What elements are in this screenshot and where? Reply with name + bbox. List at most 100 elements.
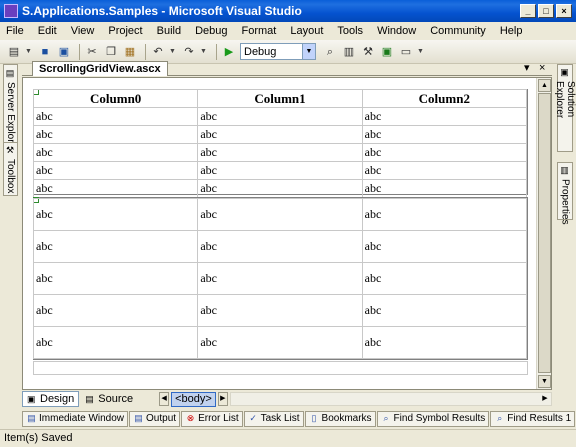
- design-icon: ▣: [27, 394, 36, 404]
- status-text: Item(s) Saved: [4, 432, 73, 444]
- new-project-icon[interactable]: ▤: [6, 44, 22, 60]
- toolbox-icon[interactable]: ⚒: [360, 44, 376, 60]
- header-gridview[interactable]: Column0 Column1 Column2 abc abc abc abc …: [32, 89, 528, 198]
- right-dock: ▣ Solution Explorer ▥ Properties: [554, 64, 576, 407]
- chevron-down-icon[interactable]: ▼: [169, 48, 177, 55]
- save-all-icon[interactable]: ▣: [56, 44, 72, 60]
- toolbox-tab[interactable]: ⚒ Toolbox: [3, 142, 18, 196]
- design-view-button[interactable]: ▣ Design: [22, 391, 80, 407]
- scroll-right-icon[interactable]: ▶: [539, 393, 551, 405]
- column-header: Column1: [197, 89, 363, 108]
- redo-icon[interactable]: ↷: [181, 44, 197, 60]
- tab-label: Error List: [198, 413, 239, 424]
- solution-configuration-dropdown[interactable]: Debug ▼: [240, 43, 316, 60]
- tab-find-symbol-results[interactable]: ⌕ Find Symbol Results: [376, 410, 490, 427]
- source-view-button[interactable]: ▤ Source: [81, 391, 137, 407]
- chevron-down-icon[interactable]: ▼: [302, 44, 315, 59]
- menu-help[interactable]: Help: [500, 25, 523, 37]
- start-debug-icon[interactable]: ▶: [221, 44, 237, 60]
- scroll-down-icon[interactable]: ▼: [538, 375, 551, 388]
- table-cell: abc: [32, 326, 199, 359]
- save-icon[interactable]: ■: [37, 44, 53, 60]
- class-view-icon[interactable]: ▭: [398, 44, 414, 60]
- immediate-window-icon: ▤: [27, 413, 36, 423]
- table-row: abc abc abc: [32, 161, 528, 180]
- table-row: abc abc abc: [32, 125, 528, 144]
- close-button[interactable]: ×: [556, 4, 572, 18]
- menu-debug[interactable]: Debug: [195, 25, 227, 37]
- table-cell: abc: [32, 262, 199, 295]
- table-cell: abc: [32, 143, 199, 162]
- menu-tools[interactable]: Tools: [337, 25, 363, 37]
- status-bar: Item(s) Saved: [0, 429, 576, 447]
- table-cell: abc: [32, 198, 199, 231]
- menu-file[interactable]: File: [6, 25, 24, 37]
- tag-breadcrumb[interactable]: <body>: [171, 391, 216, 407]
- menu-window[interactable]: Window: [377, 25, 416, 37]
- vertical-scrollbar[interactable]: ▲ ▼: [536, 78, 551, 389]
- close-document-button[interactable]: ×: [539, 61, 545, 75]
- table-cell: abc: [32, 179, 199, 198]
- menu-view[interactable]: View: [71, 25, 95, 37]
- copy-icon[interactable]: ❐: [103, 44, 119, 60]
- menu-project[interactable]: Project: [108, 25, 142, 37]
- body-gridview[interactable]: abc abc abc abc abc abc abc abc abc abc …: [32, 198, 528, 359]
- maximize-button[interactable]: □: [538, 4, 554, 18]
- document-list-dropdown[interactable]: ▾: [524, 61, 530, 75]
- scroll-up-icon[interactable]: ▲: [538, 79, 551, 92]
- menu-edit[interactable]: Edit: [38, 25, 57, 37]
- minimize-button[interactable]: _: [520, 4, 536, 18]
- tool-window-tabs: ▤ Immediate Window ▤ Output ⊗ Error List…: [22, 410, 576, 427]
- tab-label: Output: [146, 413, 177, 424]
- tab-task-list[interactable]: ✓ Task List: [243, 410, 304, 427]
- design-label: Design: [40, 393, 75, 405]
- menu-build[interactable]: Build: [157, 25, 181, 37]
- cut-icon[interactable]: ✂: [84, 44, 100, 60]
- chevron-down-icon[interactable]: ▼: [417, 48, 425, 55]
- design-surface[interactable]: Column0 Column1 Column2 abc abc abc abc …: [22, 77, 552, 390]
- toolbox-label: Toolbox: [5, 159, 16, 194]
- solution-explorer-tab[interactable]: ▣ Solution Explorer: [554, 64, 576, 152]
- table-row: abc abc abc: [32, 262, 528, 295]
- table-cell: abc: [32, 161, 199, 180]
- chevron-left-icon[interactable]: ◀: [159, 392, 170, 406]
- toolbar-separator: [216, 43, 217, 60]
- table-row: abc abc abc: [32, 107, 528, 126]
- tab-output[interactable]: ▤ Output: [129, 410, 181, 427]
- menu-format[interactable]: Format: [242, 25, 277, 37]
- column-header: Column0: [32, 89, 199, 108]
- tab-find-results-1[interactable]: ⌕ Find Results 1: [490, 410, 576, 427]
- paste-icon[interactable]: ▦: [122, 44, 138, 60]
- scroll-thumb[interactable]: [538, 93, 551, 373]
- menu-layout[interactable]: Layout: [290, 25, 323, 37]
- table-cell: abc: [197, 161, 363, 180]
- chevron-down-icon[interactable]: ▼: [25, 48, 33, 55]
- properties-tab[interactable]: ▥ Properties: [557, 162, 573, 225]
- table-header-row: Column0 Column1 Column2: [32, 89, 528, 108]
- task-list-icon: ✓: [249, 413, 257, 423]
- empty-footer-row: [33, 361, 528, 375]
- table-cell: abc: [361, 179, 528, 198]
- menu-community[interactable]: Community: [430, 25, 486, 37]
- table-cell: abc: [197, 143, 363, 162]
- document-tab[interactable]: ScrollingGridView.ascx: [32, 61, 168, 76]
- table-cell: abc: [32, 294, 199, 327]
- find-icon[interactable]: ⌕: [322, 44, 338, 60]
- table-row: abc abc abc: [32, 143, 528, 162]
- horizontal-scrollbar[interactable]: ▶: [229, 392, 552, 406]
- tab-bookmarks[interactable]: ▯ Bookmarks: [304, 410, 376, 427]
- tab-label: Task List: [260, 413, 300, 424]
- undo-icon[interactable]: ↶: [150, 44, 166, 60]
- table-cell: abc: [32, 125, 199, 144]
- server-icon: ▤: [6, 68, 16, 79]
- find-symbol-icon: ⌕: [383, 413, 389, 423]
- properties-icon[interactable]: ▥: [341, 44, 357, 60]
- solution-icon[interactable]: ▣: [379, 44, 395, 60]
- chevron-down-icon[interactable]: ▼: [200, 48, 208, 55]
- tab-error-list[interactable]: ⊗ Error List: [181, 410, 243, 427]
- chevron-right-icon[interactable]: ▶: [217, 392, 228, 406]
- tab-immediate-window[interactable]: ▤ Immediate Window: [22, 410, 129, 427]
- error-list-icon: ⊗: [186, 413, 195, 423]
- document-tab-strip: ScrollingGridView.ascx ▾ ×: [22, 60, 552, 76]
- left-dock: ▤ Server Explorer ⚒ Toolbox: [0, 64, 20, 407]
